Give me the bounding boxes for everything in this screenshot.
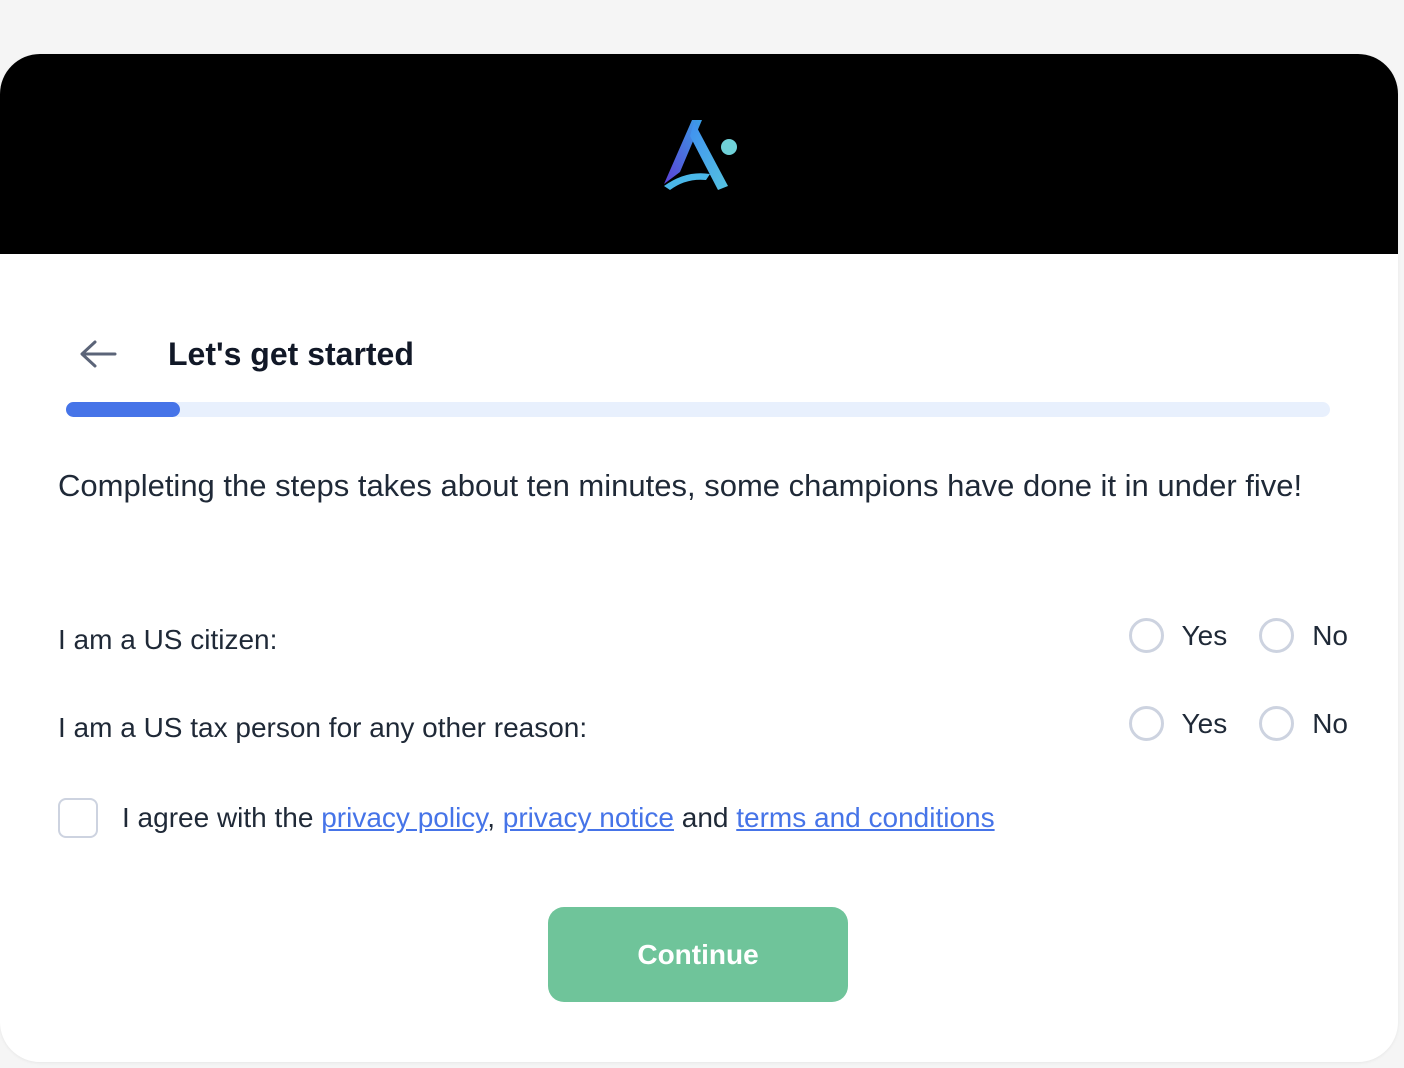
radio-button[interactable] <box>1128 706 1164 741</box>
agreement-text: I agree with the privacy policy, privacy… <box>122 802 995 834</box>
header-banner <box>0 54 1398 254</box>
intro-text: Completing the steps takes about ten min… <box>58 468 1303 503</box>
app-logo-icon <box>664 120 737 190</box>
radio-group-us-citizen: Yes No <box>1128 618 1348 653</box>
radio-option-yes[interactable]: Yes <box>1128 618 1228 653</box>
radio-label: No <box>1312 707 1348 739</box>
question-label: I am a US tax person for any other reaso… <box>58 712 588 743</box>
radio-group-us-tax-person: Yes No <box>1128 706 1348 741</box>
radio-button[interactable] <box>1128 618 1164 653</box>
radio-label: Yes <box>1181 707 1228 739</box>
radio-option-no[interactable]: No <box>1259 706 1348 741</box>
radio-option-yes[interactable]: Yes <box>1128 706 1228 741</box>
privacy-policy-link[interactable]: privacy policy <box>321 802 487 833</box>
agreement-separator: , <box>487 802 503 833</box>
question-us-citizen: I am a US citizen: Yes No <box>58 618 1348 662</box>
progress-bar-fill <box>66 402 180 417</box>
question-label: I am a US citizen: <box>58 624 278 655</box>
onboarding-card: Let's get started Completing the steps t… <box>0 54 1398 1062</box>
radio-option-no[interactable]: No <box>1259 618 1348 653</box>
progress-bar <box>66 402 1330 417</box>
page-title: Let's get started <box>168 336 414 372</box>
radio-label: Yes <box>1181 619 1228 651</box>
agreement-row: I agree with the privacy policy, privacy… <box>58 796 995 840</box>
radio-button[interactable] <box>1259 706 1295 741</box>
question-us-tax-person: I am a US tax person for any other reaso… <box>58 706 1348 750</box>
title-bar: Let's get started <box>0 324 1398 384</box>
radio-button[interactable] <box>1259 618 1295 653</box>
privacy-notice-link[interactable]: privacy notice <box>503 802 674 833</box>
agreement-separator: and <box>673 802 737 833</box>
agreement-prefix: I agree with the <box>122 802 322 833</box>
continue-button[interactable]: Continue <box>548 907 848 1002</box>
back-button[interactable] <box>70 334 126 374</box>
agreement-checkbox[interactable] <box>58 798 98 838</box>
radio-label: No <box>1312 619 1348 651</box>
arrow-left-icon <box>80 340 117 368</box>
terms-and-conditions-link[interactable]: terms and conditions <box>736 802 994 833</box>
